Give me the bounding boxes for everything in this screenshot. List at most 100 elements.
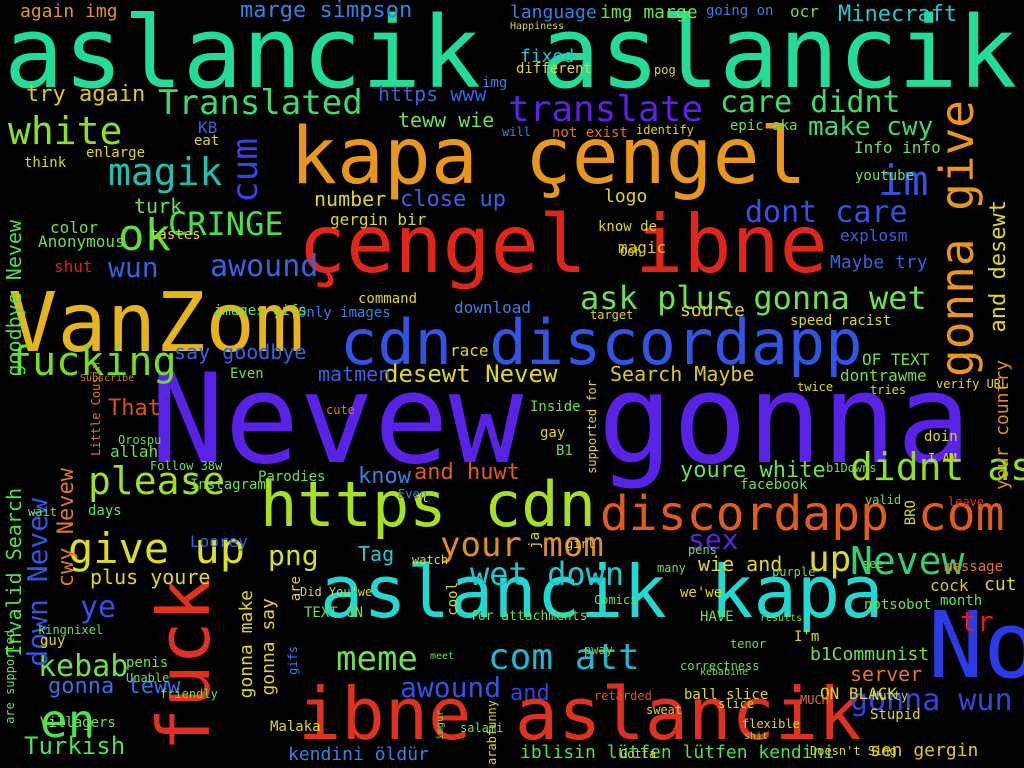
cloud-word-results: results xyxy=(760,613,803,624)
cloud-word-leave: leave xyxy=(948,495,985,509)
cloud-word-pens: pens xyxy=(688,543,717,557)
cloud-word-identify: identify xyxy=(636,123,694,137)
cloud-word-and: and xyxy=(510,681,550,706)
cloud-word-gifs: gifs xyxy=(286,646,300,675)
cloud-word-gonna-give: gonna give xyxy=(930,100,984,377)
cloud-word-make-cwy: make cwy xyxy=(808,112,934,142)
cloud-word-enlarge: enlarge xyxy=(86,145,146,161)
cloud-word-dontrawme: dontrawme xyxy=(840,366,927,385)
cloud-word-discordapp-com: discordapp com xyxy=(600,486,1005,542)
cloud-word-tastes: tastes xyxy=(150,227,201,243)
cloud-word-ooh: Ooh xyxy=(620,245,642,259)
cloud-word-even: Even xyxy=(230,366,264,382)
cloud-word-villagers: Villagers xyxy=(40,715,116,731)
cloud-word-and-huwt: and huwt xyxy=(414,460,520,485)
cloud-word-nutty: Nutty xyxy=(872,689,909,703)
cloud-word-follow-38w: Follow 38w xyxy=(150,459,223,473)
cloud-word-think: think xyxy=(24,155,67,171)
cloud-word-tr: tr xyxy=(960,605,994,638)
cloud-word-teww-wie: teww wie xyxy=(398,108,495,132)
cloud-word-message: message xyxy=(944,559,1004,575)
cloud-word-epic-aka: epic aka xyxy=(730,118,798,134)
cloud-word-img: img xyxy=(482,75,508,91)
cloud-word-png: png xyxy=(268,539,319,572)
cloud-word-cock: cock xyxy=(930,576,969,595)
cloud-word-days: days xyxy=(88,503,122,519)
cloud-word-com-att: com att xyxy=(488,637,640,678)
cloud-word-wun: wun xyxy=(108,251,159,284)
cloud-word-cwy-nevew: cwy Nevew xyxy=(54,468,79,588)
word-cloud: aslancik aslancik kapa çengel çengel ibne V… xyxy=(0,0,1024,768)
cloud-word-kendini-o-ldu-r: kendini öldür xyxy=(288,744,429,765)
cloud-word-i-am: I AM xyxy=(928,451,957,465)
cloud-word-purple: purple xyxy=(772,565,816,579)
cloud-word-info-info: Info info xyxy=(854,138,941,157)
cloud-word-marge-simpson: marge simpson xyxy=(240,0,413,23)
cloud-word-again-img: again img xyxy=(20,1,118,22)
cloud-word-ja: ja xyxy=(527,532,543,549)
cloud-word-instagram: Instagram xyxy=(190,477,266,493)
cloud-word-arabfunny: arabfunny xyxy=(485,700,499,766)
cloud-word-not-exist: not exist xyxy=(552,125,628,141)
cloud-word-pway: pway xyxy=(584,643,613,657)
cloud-word-speed-racist: speed racist xyxy=(790,313,892,329)
cloud-word-images-gifs: images gifs xyxy=(214,303,307,319)
cloud-word-loorey: Loorey xyxy=(190,532,248,551)
cloud-word-watch: watch xyxy=(412,553,449,567)
cloud-word-twice: twice xyxy=(797,380,834,394)
cloud-word-ye: ye xyxy=(80,590,117,625)
cloud-word-inside: Inside xyxy=(530,399,581,415)
cloud-word-ocr: ocr xyxy=(790,2,819,21)
cloud-word-know-de: know de xyxy=(598,219,658,235)
cloud-word-cool: cool xyxy=(445,582,461,616)
cloud-word-verify-url: verify URL xyxy=(936,377,1009,391)
cloud-word-kingnixel: kingnixel xyxy=(38,623,104,637)
cloud-word-are-supported: are supported xyxy=(3,630,17,724)
cloud-word-imgur: imgur xyxy=(435,710,446,741)
cloud-word-eat: eat xyxy=(194,133,220,149)
cloud-word-b1downs: b1Downs xyxy=(826,461,877,475)
cloud-word-slice: slice xyxy=(718,697,755,711)
cloud-word-kebabine: kebabine xyxy=(700,667,749,678)
cloud-word-valid: valid xyxy=(865,493,902,507)
cloud-word-command: command xyxy=(358,291,418,307)
cloud-word-happiness: Happiness xyxy=(510,21,565,32)
cloud-word-wet-down: wet down xyxy=(470,555,625,593)
cloud-word-desewt-nevew: desewt Nevew xyxy=(384,360,558,388)
cloud-word-flexible: flexible xyxy=(742,717,800,731)
cloud-word-comics: Comics xyxy=(594,593,638,607)
cloud-word-target: target xyxy=(590,308,634,322)
cloud-word-for-attachments: for attachments xyxy=(470,609,588,624)
cloud-word-youtube: youtube xyxy=(855,168,915,184)
cloud-word-and-desewt: and desewt xyxy=(986,200,1011,333)
cloud-word-explosm: explosm xyxy=(840,226,908,245)
cloud-word-stupid: Stupid xyxy=(870,707,921,723)
cloud-word-b1: B1 xyxy=(556,443,573,459)
cloud-word-cum: cum xyxy=(225,138,266,204)
cloud-word-dont-care: dont care xyxy=(745,195,908,230)
cloud-word-retarded: retarded xyxy=(594,689,652,703)
cloud-word-know: know xyxy=(358,464,411,489)
cloud-word-different: different xyxy=(516,61,592,77)
cloud-word-cut: cut xyxy=(984,574,1017,595)
cloud-word-race: race xyxy=(450,341,489,360)
cloud-word-awound: awound xyxy=(400,671,502,704)
cloud-word-logo: logo xyxy=(604,186,648,207)
cloud-word-wie-and: wie and xyxy=(698,552,783,576)
cloud-word-malaka: Malaka xyxy=(270,719,321,735)
cloud-word-plus-youre: plus youre xyxy=(90,565,211,589)
cloud-word-facebook: facebook xyxy=(740,477,808,493)
cloud-word-tenor: tenor xyxy=(730,637,767,651)
cloud-word-ibne-aslancik: ibne aslancik xyxy=(298,672,862,756)
cloud-word-try-again: try again xyxy=(26,82,146,107)
cloud-word-translated: Translated xyxy=(158,83,363,123)
cloud-word-much: MUCH xyxy=(800,693,829,707)
cloud-word-did-you-we: Did You'we xyxy=(300,585,373,599)
cloud-word-doin: doin xyxy=(924,429,958,445)
cloud-word-see: see xyxy=(862,557,884,571)
cloud-word-cute: cute xyxy=(326,403,355,417)
cloud-word-maybe-try: Maybe try xyxy=(830,252,928,273)
cloud-word-awound: awound xyxy=(210,249,319,284)
cloud-word-iblisin-lu-tfen-lu-tfen-kendini: iblisin lütfen lütfen kendini xyxy=(520,742,835,763)
cloud-word-img-marge: img marge xyxy=(600,2,698,23)
